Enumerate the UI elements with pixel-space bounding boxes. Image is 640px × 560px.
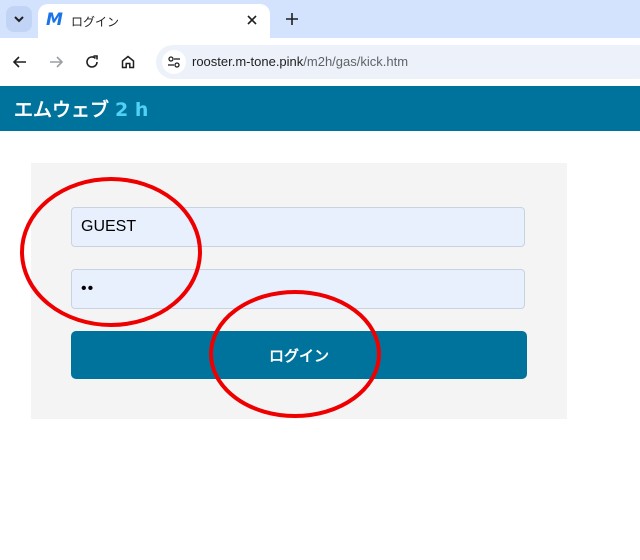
forward-arrow-icon [50,56,64,68]
username-input[interactable] [71,207,525,247]
site-title-suffix: 2 h [115,99,149,121]
url-path: /m2h/gas/kick.htm [303,54,409,69]
browser-toolbar: rooster.m-tone.pink/m2h/gas/kick.htm [0,38,640,86]
home-button[interactable] [116,50,140,74]
tune-icon [168,56,180,68]
address-bar[interactable]: rooster.m-tone.pink/m2h/gas/kick.htm [156,45,640,79]
active-tab[interactable]: M ログイン [38,4,270,38]
url-text[interactable]: rooster.m-tone.pink/m2h/gas/kick.htm [192,54,408,69]
tab-close-button[interactable] [242,10,262,30]
site-info-button[interactable] [162,50,186,74]
tab-title: ログイン [71,15,120,29]
back-button[interactable] [8,50,32,74]
site-header: エムウェブ 2 h [0,86,640,131]
tab-search-button[interactable] [6,6,32,32]
tab-strip: M ログイン [0,0,640,38]
password-input[interactable] [71,269,525,309]
forward-button[interactable] [44,50,68,74]
login-button[interactable]: ログイン [71,331,527,379]
back-arrow-icon [12,56,26,68]
plus-icon [286,13,298,25]
site-favicon-icon: M [46,10,63,30]
site-title: エムウェブ 2 h [14,95,148,122]
site-title-text: エムウェブ [14,99,110,121]
close-icon [247,15,257,25]
home-icon [121,55,135,69]
reload-button[interactable] [80,50,104,74]
reload-icon [86,55,98,68]
login-panel: ログイン [31,163,567,419]
chevron-down-icon [14,16,24,23]
url-host: rooster.m-tone.pink [192,54,304,69]
new-tab-button[interactable] [280,7,304,31]
